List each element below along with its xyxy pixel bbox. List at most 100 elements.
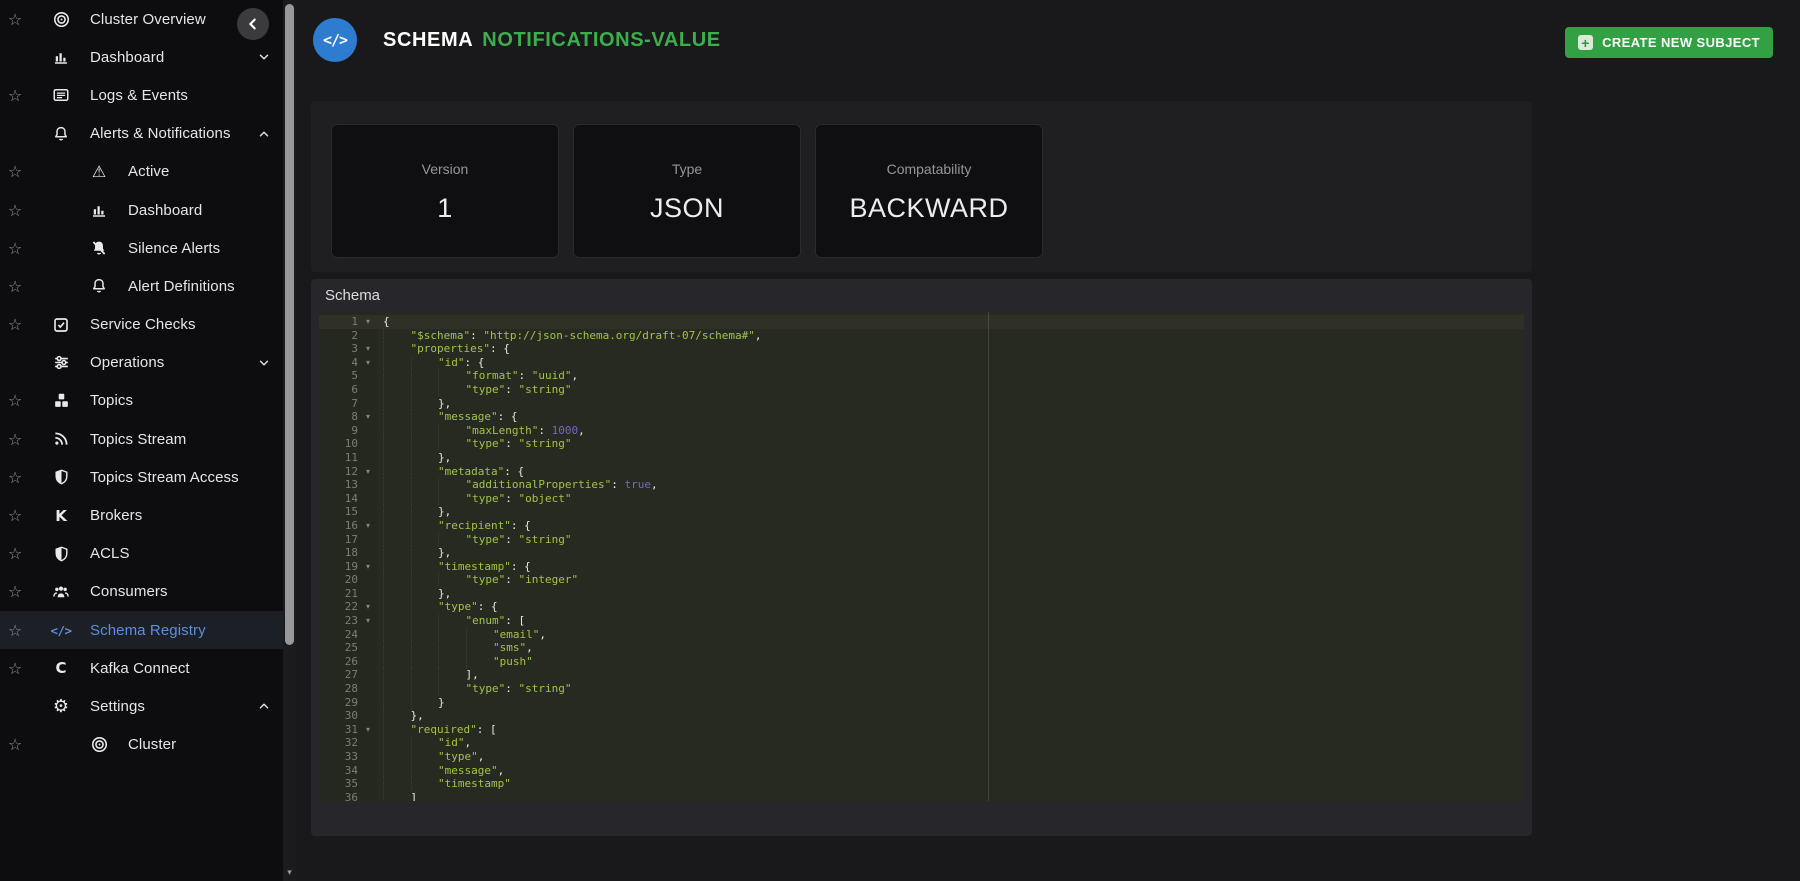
code-line[interactable]: "sms", [383,641,1524,655]
chevron-down-icon[interactable] [257,356,271,370]
favorite-star-icon[interactable]: ☆ [0,201,30,220]
code-line[interactable]: }, [383,546,1524,560]
stat-card-version: Version1 [331,124,559,258]
fold-arrow-icon[interactable]: ▾ [366,723,370,737]
favorite-star-icon[interactable]: ☆ [0,621,30,640]
code-line[interactable]: "email", [383,628,1524,642]
code-line[interactable]: "type": "object" [383,492,1524,506]
sidebar-item-consumers[interactable]: ☆Consumers [0,573,283,611]
favorite-star-icon[interactable]: ☆ [0,506,30,525]
sidebar-item-topics-stream[interactable]: ☆Topics Stream [0,420,283,458]
code-line[interactable]: "timestamp": { [383,560,1524,574]
editor-gutter: 1▾23▾4▾5678▾9101112▾13141516▾171819▾2021… [319,315,383,801]
sidebar-item-schema-registry[interactable]: ☆</>Schema Registry [0,611,283,649]
favorite-star-icon[interactable]: ☆ [0,582,30,601]
code-line[interactable]: }, [383,451,1524,465]
fold-arrow-icon[interactable]: ▾ [366,519,370,533]
code-line[interactable]: }, [383,587,1524,601]
favorite-star-icon[interactable]: ☆ [0,10,30,29]
sidebar-item-logs-events[interactable]: ☆Logs & Events [0,76,283,114]
sidebar-item-alerts-notifications[interactable]: Alerts & Notifications [0,115,283,153]
sidebar-item-operations[interactable]: Operations [0,344,283,382]
scrollbar-thumb[interactable] [285,4,294,645]
sidebar-collapse-button[interactable] [237,8,269,40]
code-line[interactable]: "id", [383,736,1524,750]
fold-arrow-icon[interactable]: ▾ [366,410,370,424]
sidebar-item-service-checks[interactable]: ☆Service Checks [0,306,283,344]
favorite-star-icon[interactable]: ☆ [0,430,30,449]
sidebar-scrollbar[interactable]: ▾ [283,0,296,881]
favorite-star-icon[interactable]: ☆ [0,162,30,181]
create-new-subject-button[interactable]: + CREATE NEW SUBJECT [1565,27,1773,58]
editor-code[interactable]: { "$schema": "http://json-schema.org/dra… [383,315,1524,801]
code-line[interactable]: "properties": { [383,342,1524,356]
sidebar-item-silence-alerts[interactable]: ☆Silence Alerts [0,229,283,267]
fold-arrow-icon[interactable]: ▾ [366,465,370,479]
gutter-line: 16▾ [319,519,383,533]
fold-arrow-icon[interactable]: ▾ [366,600,370,614]
code-line[interactable]: "type": "string" [383,437,1524,451]
code-line[interactable]: "type": "string" [383,533,1524,547]
code-line[interactable]: "enum": [ [383,614,1524,628]
code-line[interactable]: "type": { [383,600,1524,614]
code-line[interactable]: ] [383,791,1524,801]
code-line[interactable]: "message": { [383,410,1524,424]
gutter-line: 2 [319,329,383,343]
line-number: 34 [345,764,358,778]
favorite-star-icon[interactable]: ☆ [0,391,30,410]
favorite-star-icon[interactable]: ☆ [0,239,30,258]
sidebar-item-settings[interactable]: ⚙Settings [0,687,283,725]
schema-panel-title: Schema [325,287,380,304]
code-line[interactable]: "required": [ [383,723,1524,737]
fold-arrow-icon[interactable]: ▾ [366,356,370,370]
code-line[interactable]: "type": "integer" [383,573,1524,587]
fold-arrow-icon[interactable]: ▾ [366,315,370,329]
fold-arrow-icon[interactable]: ▾ [366,560,370,574]
code-line[interactable]: "message", [383,764,1524,778]
fold-arrow-icon[interactable]: ▾ [366,614,370,628]
sidebar-item-topics[interactable]: ☆Topics [0,382,283,420]
favorite-star-icon[interactable]: ☆ [0,468,30,487]
sidebar-item-kafka-connect[interactable]: ☆CKafka Connect [0,649,283,687]
chevron-down-icon[interactable] [257,50,271,64]
chevron-up-icon[interactable] [257,699,271,713]
code-line[interactable]: "format": "uuid", [383,369,1524,383]
favorite-star-icon[interactable]: ☆ [0,277,30,296]
chevron-up-icon[interactable] [257,127,271,141]
code-line[interactable]: }, [383,709,1524,723]
code-line[interactable]: "metadata": { [383,465,1524,479]
code-line[interactable]: "additionalProperties": true, [383,478,1524,492]
stat-card-value: BACKWARD [816,193,1042,224]
code-line[interactable]: "push" [383,655,1524,669]
code-line[interactable]: "recipient": { [383,519,1524,533]
sidebar-item-alert-definitions[interactable]: ☆Alert Definitions [0,267,283,305]
code-line[interactable]: }, [383,505,1524,519]
code-line[interactable]: "id": { [383,356,1524,370]
fold-arrow-icon[interactable]: ▾ [366,342,370,356]
favorite-star-icon[interactable]: ☆ [0,659,30,678]
sliders-icon [48,350,74,376]
sidebar-item-active[interactable]: ☆⚠Active [0,153,283,191]
code-line[interactable]: "type", [383,750,1524,764]
code-line[interactable]: ], [383,668,1524,682]
sidebar-item-topics-stream-access[interactable]: ☆Topics Stream Access [0,458,283,496]
favorite-star-icon[interactable]: ☆ [0,544,30,563]
code-line[interactable]: "type": "string" [383,682,1524,696]
scrollbar-down-arrow-icon[interactable]: ▾ [283,868,296,878]
sidebar-item-dashboard[interactable]: ☆Dashboard [0,191,283,229]
sidebar-item-brokers[interactable]: ☆KBrokers [0,496,283,534]
favorite-star-icon[interactable]: ☆ [0,86,30,105]
favorite-star-icon[interactable]: ☆ [0,315,30,334]
code-line[interactable]: { [383,315,1524,329]
code-line[interactable]: "timestamp" [383,777,1524,791]
favorite-star-icon[interactable]: ☆ [0,735,30,754]
code-line[interactable]: } [383,696,1524,710]
sidebar-item-dashboard[interactable]: Dashboard [0,38,283,76]
code-line[interactable]: "maxLength": 1000, [383,424,1524,438]
sidebar-item-acls[interactable]: ☆ACLS [0,535,283,573]
code-line[interactable]: "type": "string" [383,383,1524,397]
sidebar-item-cluster[interactable]: ☆Cluster [0,726,283,764]
schema-code-editor[interactable]: 1▾23▾4▾5678▾9101112▾13141516▾171819▾2021… [319,312,1524,801]
code-line[interactable]: }, [383,397,1524,411]
code-line[interactable]: "$schema": "http://json-schema.org/draft… [383,329,1524,343]
